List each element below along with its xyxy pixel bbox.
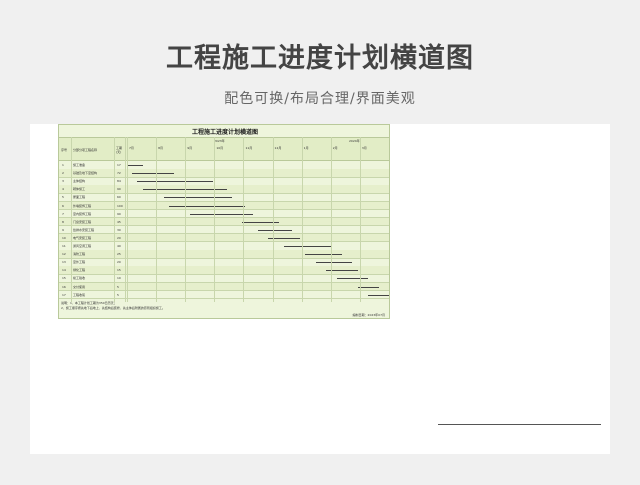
grid-line (114, 137, 115, 302)
row-days: 84 (117, 179, 121, 184)
grid-line (214, 137, 216, 302)
row-days: 5 (117, 292, 119, 297)
row-no: 9 (62, 227, 64, 232)
header-year2: 2024年 (349, 139, 360, 143)
grid-line (125, 137, 126, 302)
table-row: 17 工程收尾 5 (59, 291, 389, 300)
header-month: 7月 (129, 146, 134, 150)
gantt-bar (284, 246, 332, 247)
row-no: 4 (62, 187, 64, 192)
row-no: 1 (62, 163, 64, 167)
row-no: 10 (62, 235, 66, 240)
header-month: 9月 (187, 146, 193, 150)
row-task-name: 基础及地下室结构 (73, 171, 98, 176)
grid-line (156, 137, 158, 302)
grid-line (71, 137, 72, 302)
row-task-name: 工程收尾 (73, 292, 86, 297)
row-no: 16 (62, 284, 66, 289)
row-days: 15 (117, 268, 121, 273)
grid-line (301, 137, 303, 302)
grid-line (330, 137, 332, 302)
row-days: 45 (117, 219, 121, 224)
row-task-name: 屋面工程 (73, 195, 86, 200)
gantt-bar (336, 278, 369, 280)
gantt-bar (368, 294, 389, 296)
row-task-name: 通风空调工程 (73, 244, 92, 248)
grid-line (127, 137, 128, 302)
sheet-note-1: 说明：1、本工程计划工期为350日历天； (61, 301, 117, 305)
grid-line (243, 137, 245, 302)
header-task: 分部分项工程名称 (73, 148, 98, 152)
row-task-name: 主体结构 (73, 179, 86, 184)
gantt-bar (163, 197, 232, 199)
row-no: 2 (62, 171, 64, 176)
row-no: 8 (62, 219, 64, 224)
row-task-name: 竣工验收 (73, 276, 86, 281)
grid-line (359, 137, 361, 302)
row-no: 11 (62, 244, 66, 248)
row-task-name: 砌体施工 (73, 187, 86, 192)
row-days: 72 (117, 171, 121, 176)
row-days: 30 (117, 227, 121, 232)
row-days: 40 (117, 244, 121, 248)
grid-line (185, 137, 187, 302)
row-days: 60 (117, 195, 121, 200)
row-days: 5 (117, 284, 119, 289)
preview-canvas: 工程施工进度计划横道图 序号 分部分项工程名称 工期(天) 2023年 2024… (30, 124, 610, 454)
row-no: 7 (62, 211, 64, 216)
row-task-name: 电气安装工程 (73, 235, 92, 240)
gantt-bar (305, 254, 342, 256)
row-no: 17 (62, 292, 66, 297)
sheet-sign-date: 编制日期：2023年07月 (352, 313, 385, 317)
row-days: 90 (117, 187, 121, 192)
row-days: 10 (117, 276, 121, 281)
header-month: 12月 (274, 146, 282, 150)
row-days: 25 (117, 252, 121, 257)
header-month: 3月 (361, 146, 367, 150)
row-task-name: 给排水安装工程 (73, 227, 95, 232)
row-task-name: 室内装饰工程 (73, 211, 92, 216)
gantt-bar (258, 229, 293, 231)
row-no: 3 (62, 179, 64, 184)
row-no: 15 (62, 276, 66, 281)
row-no: 5 (62, 195, 64, 200)
gantt-bar (137, 181, 214, 183)
header-no: 序号 (61, 148, 68, 152)
row-days: 20 (117, 235, 121, 240)
row-task-name: 绿化工程 (73, 268, 86, 273)
row-days: 90 (117, 211, 121, 216)
header-month: 11月 (245, 146, 253, 150)
sheet-note-2: 2、施工顺序按先地下后地上、先结构后装修、先主体后附属的原则组织施工。 (61, 306, 165, 310)
row-no: 13 (62, 260, 66, 265)
row-days: 17 (117, 163, 121, 167)
gantt-bar (132, 173, 175, 175)
row-no: 14 (62, 268, 66, 273)
row-no: 12 (62, 252, 66, 257)
row-days: 100 (117, 203, 123, 208)
row-days: 20 (117, 260, 121, 265)
grid-line (272, 137, 274, 302)
header-year1: 2023年 (214, 139, 225, 143)
page-subtitle: 配色可换/布局合理/界面美观 (224, 91, 416, 107)
gantt-bar (315, 262, 353, 264)
row-no: 6 (62, 203, 64, 208)
row-task-name: 外墙装饰工程 (73, 203, 92, 208)
row-task-name: 室外工程 (73, 260, 86, 265)
page-headline: 工程施工进度计划横道图 (166, 43, 474, 74)
gantt-spreadsheet: 工程施工进度计划横道图 序号 分部分项工程名称 工期(天) 2023年 2024… (58, 124, 390, 319)
gantt-bar (127, 165, 143, 166)
header-month: 2月 (332, 146, 338, 150)
header-days: 工期(天) (116, 146, 123, 154)
gantt-bar (168, 205, 245, 207)
header-month: 1月 (303, 146, 309, 150)
row-task-name: 施工准备 (73, 163, 86, 167)
signature-line (438, 424, 601, 425)
header-month: 8月 (158, 146, 164, 150)
row-task-name: 交付使用 (73, 284, 86, 289)
sheet-header: 序号 分部分项工程名称 工期(天) 2023年 2024年 7月 8月 9月 10月 1… (59, 137, 389, 161)
header-month: 10月 (216, 146, 224, 150)
row-task-name: 消防工程 (73, 252, 86, 257)
sheet-title: 工程施工进度计划横道图 (191, 129, 258, 136)
row-task-name: 门窗安装工程 (73, 219, 92, 224)
